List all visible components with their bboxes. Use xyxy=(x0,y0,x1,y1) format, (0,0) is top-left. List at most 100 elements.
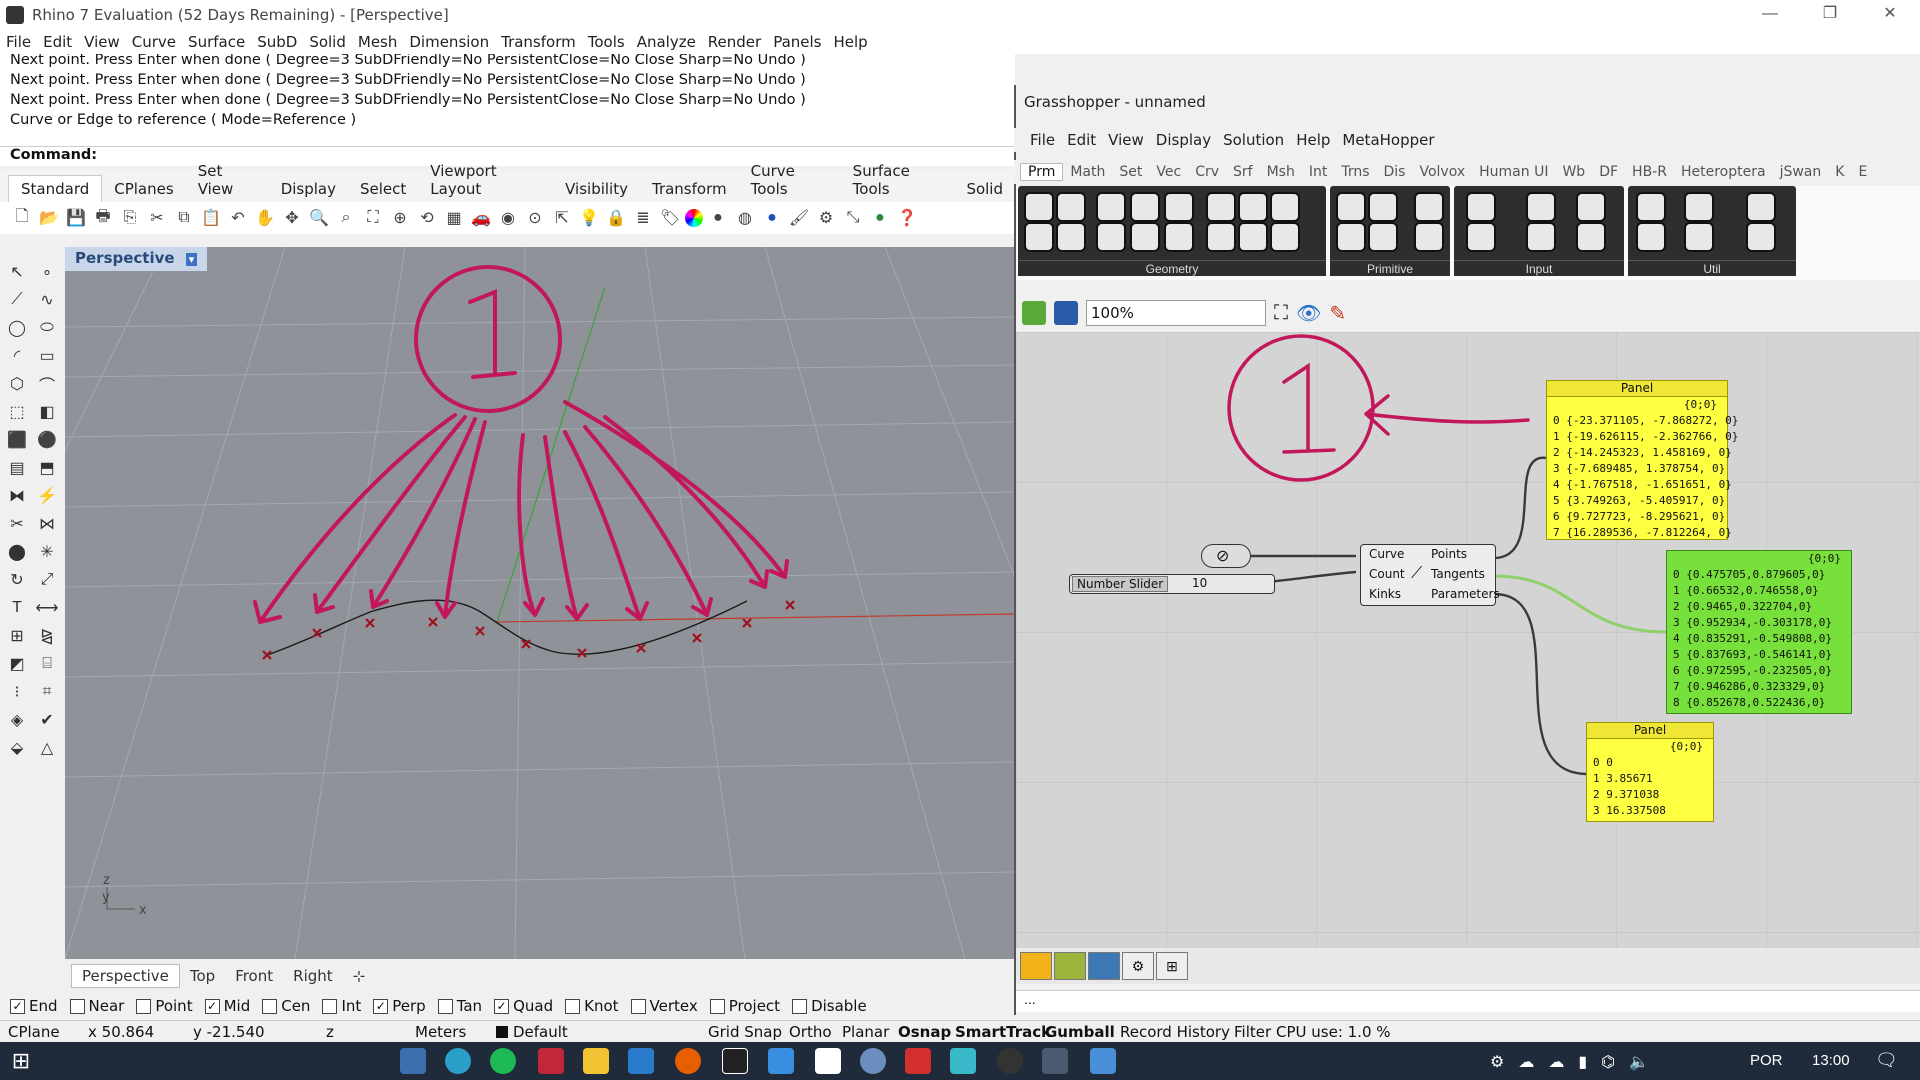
osnap-quad[interactable]: ✓ Quad xyxy=(494,997,553,1015)
osnap-checkbox[interactable] xyxy=(565,998,581,1014)
pan-icon[interactable]: ✋ xyxy=(253,206,277,230)
cplane-icon[interactable]: ⊙ xyxy=(523,206,547,230)
ribbon-component-icon[interactable] xyxy=(1206,222,1236,252)
gh-menu-help[interactable]: Help xyxy=(1290,131,1336,149)
taskbar-app-acrobat-icon[interactable] xyxy=(905,1048,931,1074)
light-bolt-icon[interactable]: ⚡ xyxy=(33,482,61,510)
sphere-white-icon[interactable]: ◍ xyxy=(733,206,757,230)
cut-icon[interactable]: ✂ xyxy=(145,206,169,230)
ribbon-component-icon[interactable] xyxy=(1466,222,1496,252)
ribbon-component-icon[interactable] xyxy=(1130,192,1160,222)
ribbon-component-icon[interactable] xyxy=(1164,192,1194,222)
gh-tab-set[interactable]: Set xyxy=(1112,164,1149,180)
gh-menu-solution[interactable]: Solution xyxy=(1217,131,1290,149)
points-panel[interactable]: Panel {0;0} 0 {-23.371105, -7.868272, 0}… xyxy=(1546,380,1738,540)
osnap-checkbox[interactable] xyxy=(136,998,152,1014)
add-viewport-icon[interactable]: ⊹ xyxy=(343,965,376,987)
osnap-checkbox[interactable]: ✓ xyxy=(494,998,510,1014)
ribbon-component-icon[interactable] xyxy=(1024,222,1054,252)
ribbon-component-icon[interactable] xyxy=(1368,192,1398,222)
taskbar-app-rhino-icon[interactable] xyxy=(1042,1048,1068,1074)
plugin-gear-icon[interactable]: ⚙ xyxy=(1122,952,1154,980)
save-icon[interactable]: 💾 xyxy=(64,206,88,230)
globe-icon[interactable]: ● xyxy=(868,206,892,230)
gh-tab-crv[interactable]: Crv xyxy=(1188,164,1226,180)
menu-transform[interactable]: Transform xyxy=(495,33,582,51)
osnap-checkbox[interactable] xyxy=(792,998,808,1014)
array-icon[interactable]: ⊞ xyxy=(3,622,31,650)
ellipse-icon[interactable]: ⬭ xyxy=(33,314,61,342)
paste-icon[interactable]: 📋 xyxy=(199,206,223,230)
tab-curve-tools[interactable]: Curve Tools xyxy=(739,158,841,202)
status-gumball[interactable]: Gumball xyxy=(1045,1023,1115,1041)
loft-icon[interactable]: ⬒ xyxy=(33,454,61,482)
mesh-icon[interactable]: ▤ xyxy=(3,454,31,482)
status-planar[interactable]: Planar xyxy=(842,1023,889,1041)
gh-tab-math[interactable]: Math xyxy=(1063,164,1112,180)
ribbon-component-icon[interactable] xyxy=(1746,222,1776,252)
osnap-end[interactable]: ✓ End xyxy=(10,997,58,1015)
menu-solid[interactable]: Solid xyxy=(303,33,352,51)
print-icon[interactable]: 🖶 xyxy=(91,206,115,230)
ribbon-component-icon[interactable] xyxy=(1684,222,1714,252)
grid-icon[interactable]: ⁝ xyxy=(3,678,31,706)
menu-file[interactable]: File xyxy=(0,33,37,51)
text-icon[interactable]: T xyxy=(3,594,31,622)
ribbon-component-icon[interactable] xyxy=(1368,222,1398,252)
viewport-tab-top[interactable]: Top xyxy=(180,965,225,987)
gh-tab-heteroptera[interactable]: Heteroptera xyxy=(1674,164,1773,180)
taskbar-app-grasshopper-icon[interactable] xyxy=(1090,1048,1116,1074)
input-kinks[interactable]: Kinks xyxy=(1369,587,1401,601)
ribbon-component-icon[interactable] xyxy=(1206,192,1236,222)
select-icon[interactable]: ⇱ xyxy=(550,206,574,230)
taskbar-app-teal-icon[interactable] xyxy=(950,1048,976,1074)
surface-icon[interactable]: ◧ xyxy=(33,398,61,426)
gh-menu-display[interactable]: Display xyxy=(1150,131,1217,149)
ribbon-component-icon[interactable] xyxy=(1164,222,1194,252)
help-icon[interactable]: ❓ xyxy=(895,206,919,230)
perspective-viewport[interactable]: z y x xyxy=(65,247,1015,959)
taskbar-app-edge-icon[interactable] xyxy=(445,1048,471,1074)
ribbon-component-icon[interactable] xyxy=(1636,222,1666,252)
osnap-checkbox[interactable] xyxy=(262,998,278,1014)
tab-visibility[interactable]: Visibility xyxy=(553,176,640,202)
gh-tab-df[interactable]: DF xyxy=(1592,164,1625,180)
analyze-icon[interactable]: ◈ xyxy=(3,706,31,734)
plugin-grasshopper-icon[interactable] xyxy=(1054,952,1086,980)
tangents-panel[interactable]: {0;0} 0 {0.475705,0.879605,0} 1 {0.66532,… xyxy=(1666,550,1852,714)
status-record-history[interactable]: Record History xyxy=(1120,1023,1230,1041)
tab-display[interactable]: Display xyxy=(269,176,348,202)
gh-menu-file[interactable]: File xyxy=(1024,131,1061,149)
rectangle-icon[interactable]: ▭ xyxy=(33,342,61,370)
group-icon[interactable]: ⬤ xyxy=(3,538,31,566)
number-slider[interactable]: Number Slider 10 xyxy=(1069,574,1275,594)
taskbar-app-obs-icon[interactable] xyxy=(997,1048,1023,1074)
properties-icon[interactable]: 🏷 xyxy=(658,206,682,230)
osnap-checkbox[interactable] xyxy=(630,998,646,1014)
ribbon-component-icon[interactable] xyxy=(1238,222,1268,252)
light-icon[interactable]: 💡 xyxy=(577,206,601,230)
close-button[interactable]: ✕ xyxy=(1860,0,1920,30)
tab-select[interactable]: Select xyxy=(348,176,418,202)
taskbar-app-blue-icon[interactable] xyxy=(768,1048,794,1074)
ribbon-component-icon[interactable] xyxy=(1238,192,1268,222)
ribbon-component-icon[interactable] xyxy=(1576,222,1606,252)
menu-panels[interactable]: Panels xyxy=(767,33,827,51)
taskbar-language[interactable]: POR xyxy=(1750,1052,1783,1069)
gh-tab-srf[interactable]: Srf xyxy=(1226,164,1260,180)
layer-icon[interactable]: ≣ xyxy=(631,206,655,230)
taskbar-app-spotify-icon[interactable] xyxy=(490,1048,516,1074)
sketch-pen-icon[interactable]: ✎ xyxy=(1329,301,1346,326)
menu-analyze[interactable]: Analyze xyxy=(631,33,702,51)
ribbon-component-icon[interactable] xyxy=(1746,192,1776,222)
gh-save-icon[interactable] xyxy=(1054,301,1078,325)
zoom-extents-icon[interactable]: ⛶ xyxy=(1274,302,1288,325)
ribbon-component-icon[interactable] xyxy=(1130,222,1160,252)
gh-tab-k[interactable]: K xyxy=(1828,164,1851,180)
color-wheel-icon[interactable] xyxy=(685,209,703,227)
point-icon[interactable]: ∘ xyxy=(33,258,61,286)
menu-help[interactable]: Help xyxy=(827,33,873,51)
gh-menu-view[interactable]: View xyxy=(1102,131,1150,149)
zoom-extents-icon[interactable]: ⛶ xyxy=(361,206,385,230)
status-layer[interactable]: Default xyxy=(513,1023,568,1041)
